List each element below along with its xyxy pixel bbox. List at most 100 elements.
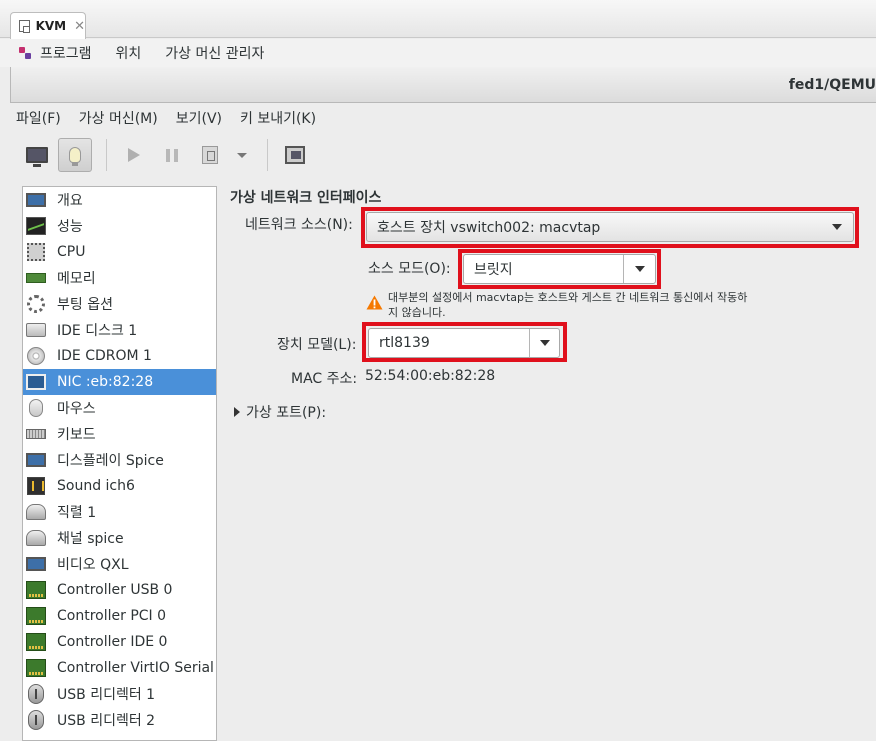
- menu-file[interactable]: 파일(F): [16, 108, 61, 128]
- mouse-icon: [29, 399, 43, 417]
- sidebar-item-performance[interactable]: 성능: [23, 213, 216, 239]
- browser-tab-strip: KVM ✕: [0, 0, 876, 39]
- toolbar-separator: [267, 139, 268, 171]
- run-button[interactable]: [117, 138, 151, 172]
- sidebar-item-label: 키보드: [57, 427, 96, 443]
- cdrom-icon: [27, 347, 45, 365]
- run-play-icon: [128, 148, 140, 162]
- sidebar-item-display-spice[interactable]: 디스플레이 Spice: [23, 447, 216, 473]
- sidebar-item-memory[interactable]: 메모리: [23, 265, 216, 291]
- controller-card-icon: [26, 659, 46, 677]
- sidebar-item-label: CPU: [57, 244, 86, 260]
- sidebar-item-label: USB 리디렉터 1: [57, 687, 156, 703]
- video-icon: [26, 557, 46, 571]
- sidebar-item-label: 채널 spice: [57, 531, 124, 547]
- browser-tab-kvm[interactable]: KVM ✕: [10, 12, 86, 39]
- sidebar-item-ide-disk-1[interactable]: IDE 디스크 1: [23, 317, 216, 343]
- network-source-combo[interactable]: 호스트 장치 vswitch002: macvtap: [366, 212, 854, 242]
- sidebar-item-label: 성능: [57, 219, 83, 235]
- window-favicon-icon: [19, 20, 30, 33]
- sidebar-item-label: Controller IDE 0: [57, 634, 168, 650]
- nic-details-pane: 가상 네트워크 인터페이스 네트워크 소스(N): 호스트 장치 vswitch…: [230, 186, 876, 741]
- sidebar-item-mouse[interactable]: 마우스: [23, 395, 216, 421]
- shutdown-icon: [202, 146, 218, 164]
- hardware-list: 개요 성능 CPU 메모리 부팅 옵션 IDE 디스크 1 IDE CDROM …: [22, 186, 217, 741]
- sidebar-item-label: Controller USB 0: [57, 582, 173, 598]
- sidebar-item-label: Sound ich6: [57, 478, 135, 494]
- fullscreen-console-icon: [285, 146, 305, 164]
- sidebar-item-label: Controller PCI 0: [57, 608, 167, 624]
- section-title: 가상 네트워크 인터페이스: [230, 190, 382, 206]
- sidebar-item-ide-cdrom-1[interactable]: IDE CDROM 1: [23, 343, 216, 369]
- window-title-bar[interactable]: fed1/QEMU: [10, 67, 876, 103]
- shutdown-menu-button[interactable]: [231, 138, 253, 172]
- app-menu-places[interactable]: 위치: [116, 43, 142, 63]
- toolbar-separator: [106, 139, 107, 171]
- source-mode-value: 브릿지: [474, 262, 513, 278]
- device-model-combo[interactable]: rtl8139: [368, 328, 560, 358]
- sidebar-item-boot-options[interactable]: 부팅 옵션: [23, 291, 216, 317]
- sidebar-item-label: 직렬 1: [57, 505, 97, 521]
- memory-module-icon: [26, 273, 46, 283]
- sidebar-item-label: NIC :eb:82:28: [57, 374, 154, 390]
- toolbar: [10, 132, 876, 178]
- sidebar-item-serial-1[interactable]: 직렬 1: [23, 499, 216, 525]
- network-source-label: 네트워크 소스(N):: [245, 217, 353, 233]
- mac-address-label: MAC 주소:: [291, 371, 358, 387]
- sidebar-item-controller-virtio-serial-0[interactable]: Controller VirtIO Serial 0: [23, 655, 216, 681]
- sidebar-item-keyboard[interactable]: 키보드: [23, 421, 216, 447]
- console-monitor-icon: [26, 147, 48, 167]
- cpu-chip-icon: [27, 243, 45, 261]
- sidebar-item-sound[interactable]: Sound ich6: [23, 473, 216, 499]
- tab-title: KVM: [35, 19, 67, 33]
- console-button[interactable]: [20, 138, 54, 172]
- sidebar-item-label: Controller VirtIO Serial 0: [57, 660, 217, 676]
- sidebar-item-controller-usb-0[interactable]: Controller USB 0: [23, 577, 216, 603]
- channel-icon: [26, 530, 46, 546]
- sidebar-item-label: IDE 디스크 1: [57, 323, 138, 339]
- gears-icon: [27, 295, 45, 313]
- sidebar-item-label: 메모리: [57, 271, 96, 287]
- macvtap-warning-text: 대부분의 설정에서 macvtap는 호스트와 게스트 간 네트워크 통신에서 …: [388, 291, 748, 319]
- sidebar-item-label: IDE CDROM 1: [57, 348, 152, 364]
- sidebar-item-cpu[interactable]: CPU: [23, 239, 216, 265]
- pause-button[interactable]: [155, 138, 189, 172]
- app-menu-programs[interactable]: 프로그램: [40, 43, 92, 63]
- app-menu-vm-manager[interactable]: 가상 머신 관리자: [165, 43, 264, 63]
- usb-icon: [28, 710, 44, 730]
- menu-virtual-machine[interactable]: 가상 머신(M): [79, 108, 158, 128]
- desktop-app-menu: 프로그램 위치 가상 머신 관리자: [0, 39, 876, 67]
- tab-close-icon[interactable]: ✕: [74, 19, 85, 34]
- device-model-value: rtl8139: [379, 335, 430, 351]
- chevron-down-icon: [832, 224, 842, 230]
- sidebar-item-label: USB 리디렉터 2: [57, 713, 156, 729]
- chevron-down-icon: [634, 266, 645, 272]
- fullscreen-button[interactable]: [278, 138, 312, 172]
- sidebar-item-nic[interactable]: NIC :eb:82:28: [23, 369, 216, 395]
- sidebar-item-overview[interactable]: 개요: [23, 187, 216, 213]
- monitor-icon: [26, 193, 46, 207]
- applications-icon: [18, 46, 32, 60]
- sidebar-item-usb-redirector-2[interactable]: USB 리디렉터 2: [23, 707, 216, 733]
- performance-graph-icon: [26, 217, 46, 235]
- details-button[interactable]: [58, 138, 92, 172]
- network-source-value: 호스트 장치 vswitch002: macvtap: [377, 220, 601, 236]
- source-mode-label: 소스 모드(O):: [368, 261, 451, 277]
- sidebar-item-label: 디스플레이 Spice: [57, 453, 164, 469]
- keyboard-icon: [26, 429, 46, 439]
- shutdown-button[interactable]: [193, 138, 227, 172]
- source-mode-combo[interactable]: 브릿지: [463, 254, 656, 284]
- expander-arrow-icon: [234, 407, 240, 417]
- sidebar-item-channel-spice[interactable]: 채널 spice: [23, 525, 216, 551]
- mac-address-value: 52:54:00:eb:82:28: [365, 368, 496, 384]
- sidebar-item-controller-pci-0[interactable]: Controller PCI 0: [23, 603, 216, 629]
- menu-send-key[interactable]: 키 보내기(K): [240, 108, 316, 128]
- sidebar-item-usb-redirector-1[interactable]: USB 리디렉터 1: [23, 681, 216, 707]
- display-icon: [26, 453, 46, 467]
- chevron-down-icon: [539, 340, 550, 346]
- virtual-port-expander[interactable]: 가상 포트(P):: [234, 402, 326, 422]
- menu-view[interactable]: 보기(V): [176, 108, 222, 128]
- shutdown-menu-chevron-down-icon: [237, 152, 247, 158]
- sidebar-item-video-qxl[interactable]: 비디오 QXL: [23, 551, 216, 577]
- sidebar-item-controller-ide-0[interactable]: Controller IDE 0: [23, 629, 216, 655]
